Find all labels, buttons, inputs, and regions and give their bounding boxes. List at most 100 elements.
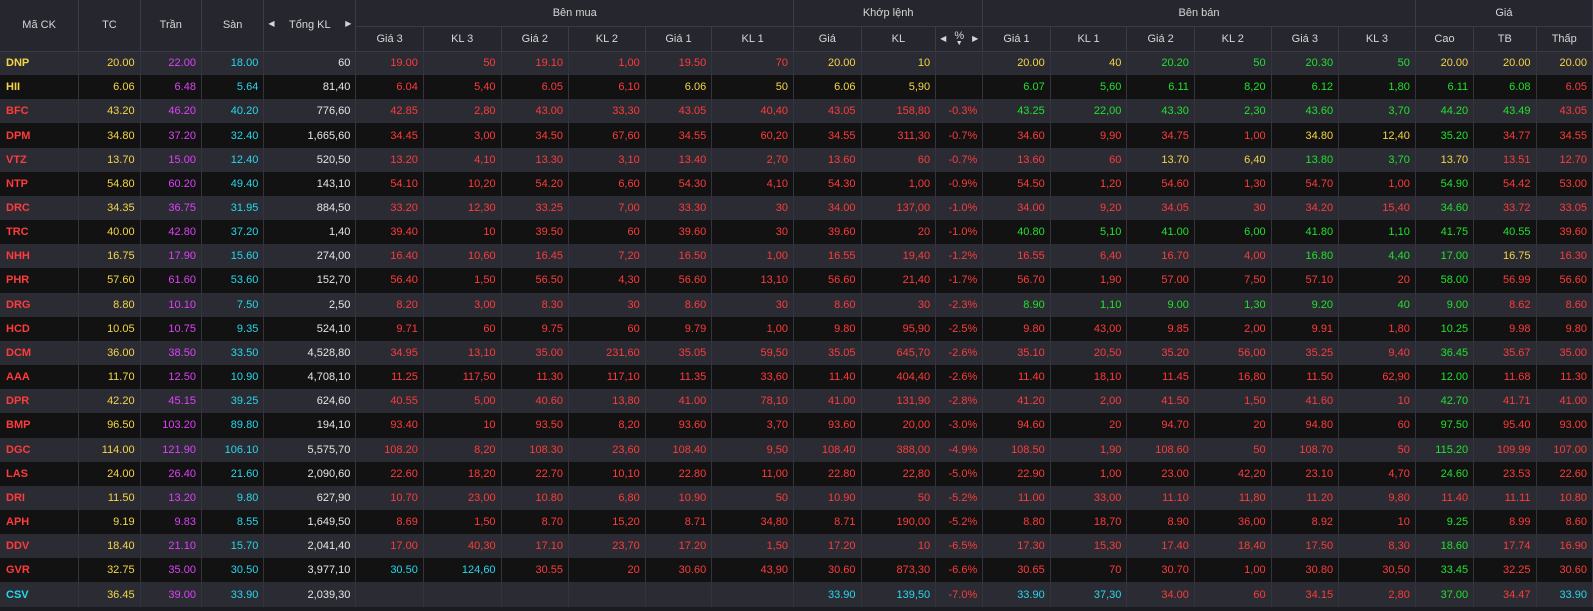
col-buy-2[interactable]: KL 3 bbox=[423, 26, 502, 52]
table-row[interactable]: DNP 20.00 22.00 18.00 60 19.00 50 19.10 1,00 19.5… bbox=[0, 51, 1593, 76]
symbol-cell[interactable]: VTZ bbox=[0, 147, 80, 172]
col-sell-1[interactable]: Giá 1 bbox=[982, 26, 1051, 52]
caret-left-icon[interactable]: ◀ bbox=[940, 34, 946, 43]
symbol-cell[interactable]: DCM bbox=[0, 340, 80, 366]
sell-vol-2: 2,30 bbox=[1194, 99, 1272, 124]
match-vol: 10 bbox=[861, 534, 937, 559]
symbol-cell[interactable]: DRG bbox=[0, 292, 80, 317]
symbol-cell[interactable]: DRI bbox=[0, 485, 80, 510]
caret-right-icon[interactable]: ▶ bbox=[345, 19, 351, 31]
caret-right-icon[interactable]: ▶ bbox=[972, 34, 978, 43]
floor-price: 9.35 bbox=[201, 316, 265, 341]
match-vol: 20,00 bbox=[861, 413, 937, 438]
buy-price-3: 11.25 bbox=[355, 365, 424, 390]
sell-price-1: 41.20 bbox=[982, 389, 1051, 414]
col-match-price[interactable]: Giá bbox=[793, 26, 862, 52]
symbol-cell[interactable]: LAS bbox=[0, 461, 80, 486]
table-row[interactable]: CSV 36.45 39.00 33.90 2,039,30 33.90 139,50 -7.… bbox=[0, 582, 1593, 607]
high-price: 10.25 bbox=[1415, 316, 1475, 341]
avg-price: 13.51 bbox=[1473, 147, 1537, 172]
table-row[interactable]: BMP 96.50 103.20 89.80 194,10 93.40 10 93.50 8,2… bbox=[0, 413, 1593, 438]
symbol-cell[interactable]: DPR bbox=[0, 389, 80, 414]
symbol-cell[interactable]: DNP bbox=[0, 51, 80, 76]
symbol-cell[interactable]: DGC bbox=[0, 437, 80, 462]
col-buy-4[interactable]: KL 2 bbox=[568, 26, 646, 52]
sell-price-3: 9.91 bbox=[1271, 316, 1340, 341]
table-row[interactable]: VTZ 13.70 15.00 12.40 520,50 13.20 4,10 13.30 3,… bbox=[0, 147, 1593, 172]
col-sell-2[interactable]: KL 1 bbox=[1050, 26, 1128, 52]
col-buy-5[interactable]: Giá 1 bbox=[645, 26, 713, 52]
col-sell-6[interactable]: KL 3 bbox=[1338, 26, 1416, 52]
table-row[interactable]: GVR 32.75 35.00 30.50 3,977,10 30.50 124,60 30.… bbox=[0, 558, 1593, 583]
col-match-pct[interactable]: ◀% ▼ ▶ bbox=[935, 26, 984, 52]
symbol-cell[interactable]: PHR bbox=[0, 268, 80, 293]
table-row[interactable]: DPR 42.20 45.15 39.25 624,60 40.55 5,00 40.60 13… bbox=[0, 389, 1593, 414]
floor-price: 12.40 bbox=[201, 147, 265, 172]
sell-price-2: 11.45 bbox=[1126, 365, 1195, 390]
table-row[interactable]: LAS 24.00 26.40 21.60 2,090,60 22.60 18,20 22.7… bbox=[0, 461, 1593, 486]
col-avg[interactable]: TB bbox=[1473, 26, 1537, 52]
col-sell-5[interactable]: Giá 3 bbox=[1271, 26, 1340, 52]
buy-vol-2: 231,60 bbox=[568, 340, 646, 366]
col-symbol[interactable]: Mã CK bbox=[0, 0, 80, 52]
symbol-cell[interactable]: NTP bbox=[0, 171, 80, 196]
table-row[interactable]: BFC 43.20 46.20 40.20 776,60 42.85 2,80 43.00 33… bbox=[0, 99, 1593, 124]
sell-price-3: 6.12 bbox=[1271, 75, 1340, 100]
floor-price: 21.60 bbox=[201, 461, 265, 486]
col-sell-3[interactable]: Giá 2 bbox=[1126, 26, 1195, 52]
col-high[interactable]: Cao bbox=[1415, 26, 1475, 52]
col-buy-6[interactable]: KL 1 bbox=[711, 26, 795, 52]
col-match-vol[interactable]: KL bbox=[861, 26, 937, 52]
table-row[interactable]: DRI 11.50 13.20 9.80 627,90 10.70 23,00 10.80 6,… bbox=[0, 485, 1593, 510]
sell-price-2: 34.00 bbox=[1126, 582, 1195, 607]
table-row[interactable]: DDV 18.40 21.10 15.70 2,041,40 17.00 40,30 17.1… bbox=[0, 534, 1593, 559]
col-buy-1[interactable]: Giá 3 bbox=[355, 26, 424, 52]
symbol-cell[interactable]: TRC bbox=[0, 220, 80, 245]
symbol-cell[interactable]: GVR bbox=[0, 558, 80, 583]
table-row[interactable]: HCD 10.05 10.75 9.35 524,10 9.71 60 9.75 60 9.79 1… bbox=[0, 316, 1593, 341]
sell-vol-2: 42,20 bbox=[1194, 461, 1272, 486]
table-row[interactable]: DRG 8.80 10.10 7.50 2,50 8.20 3,00 8.30 30 8.60 30… bbox=[0, 292, 1593, 317]
table-row[interactable]: NTP 54.80 60.20 49.40 143,10 54.10 10,20 54.20 6… bbox=[0, 171, 1593, 196]
sell-vol-1: 9,90 bbox=[1050, 123, 1128, 148]
table-row[interactable]: DRC 34.35 36.75 31.95 884,50 33.20 12,30 33.25 7… bbox=[0, 195, 1593, 221]
symbol-cell[interactable]: CSV bbox=[0, 582, 80, 607]
sell-price-2: 30.70 bbox=[1126, 558, 1195, 583]
table-row[interactable]: APH 9.19 9.83 8.55 1,649,50 8.69 1,50 8.70 15,20… bbox=[0, 509, 1593, 535]
col-buy-3[interactable]: Giá 2 bbox=[501, 26, 570, 52]
table-row[interactable]: DGC 114.00 121.90 106.10 5,575,70 108.20 8,20 1… bbox=[0, 437, 1593, 462]
symbol-cell[interactable]: BMP bbox=[0, 413, 80, 438]
low-price: 43.05 bbox=[1536, 99, 1593, 124]
symbol-cell[interactable]: HII bbox=[0, 75, 80, 100]
col-floor[interactable]: Sàn bbox=[201, 0, 265, 52]
col-ceil[interactable]: Trần bbox=[140, 0, 202, 52]
sell-price-3: 108.70 bbox=[1271, 437, 1340, 462]
symbol-cell[interactable]: DPM bbox=[0, 123, 80, 148]
table-row[interactable]: HII 6.06 6.48 5.64 81,40 6.04 5,40 6.05 6,10 6.06… bbox=[0, 75, 1593, 100]
symbol-cell[interactable]: DDV bbox=[0, 534, 80, 559]
symbol-cell[interactable]: AAA bbox=[0, 365, 80, 390]
col-sell-4[interactable]: KL 2 bbox=[1194, 26, 1272, 52]
ceil-price: 121.90 bbox=[140, 437, 202, 462]
table-row[interactable]: PHR 57.60 61.60 53.60 152,70 56.40 1,50 56.50 4,… bbox=[0, 268, 1593, 293]
table-row[interactable]: TRC 40.00 42.80 37.20 1,40 39.40 10 39.50 60 39.6… bbox=[0, 220, 1593, 245]
symbol-cell[interactable]: HCD bbox=[0, 316, 80, 341]
table-row[interactable]: NHH 16.75 17.90 15.60 274,00 16.40 10,60 16.45 7… bbox=[0, 244, 1593, 269]
symbol-cell[interactable]: DRC bbox=[0, 195, 80, 221]
symbol-cell[interactable]: APH bbox=[0, 509, 80, 535]
col-total-vol[interactable]: ◀ Tổng KL ▶ bbox=[263, 0, 357, 52]
buy-price-1: 35.05 bbox=[645, 340, 713, 366]
ref-price: 54.80 bbox=[78, 171, 141, 196]
caret-left-icon[interactable]: ◀ bbox=[268, 19, 274, 31]
col-ref[interactable]: TC bbox=[78, 0, 141, 52]
symbol-cell[interactable]: BFC bbox=[0, 99, 80, 124]
table-row[interactable]: DPM 34.80 37.20 32.40 1,665,60 34.45 3,00 34.50… bbox=[0, 123, 1593, 148]
avg-price: 23.53 bbox=[1473, 461, 1537, 486]
sell-price-3: 9.20 bbox=[1271, 292, 1340, 317]
floor-price: 106.10 bbox=[201, 437, 265, 462]
table-row[interactable]: DCM 36.00 38.50 33.50 4,528,80 34.95 13,10 35.0… bbox=[0, 340, 1593, 366]
buy-price-3: 42.85 bbox=[355, 99, 424, 124]
symbol-cell[interactable]: NHH bbox=[0, 244, 80, 269]
table-row[interactable]: AAA 11.70 12.50 10.90 4,708,10 11.25 117,50 11.… bbox=[0, 365, 1593, 390]
col-low[interactable]: Thấp bbox=[1536, 26, 1593, 52]
